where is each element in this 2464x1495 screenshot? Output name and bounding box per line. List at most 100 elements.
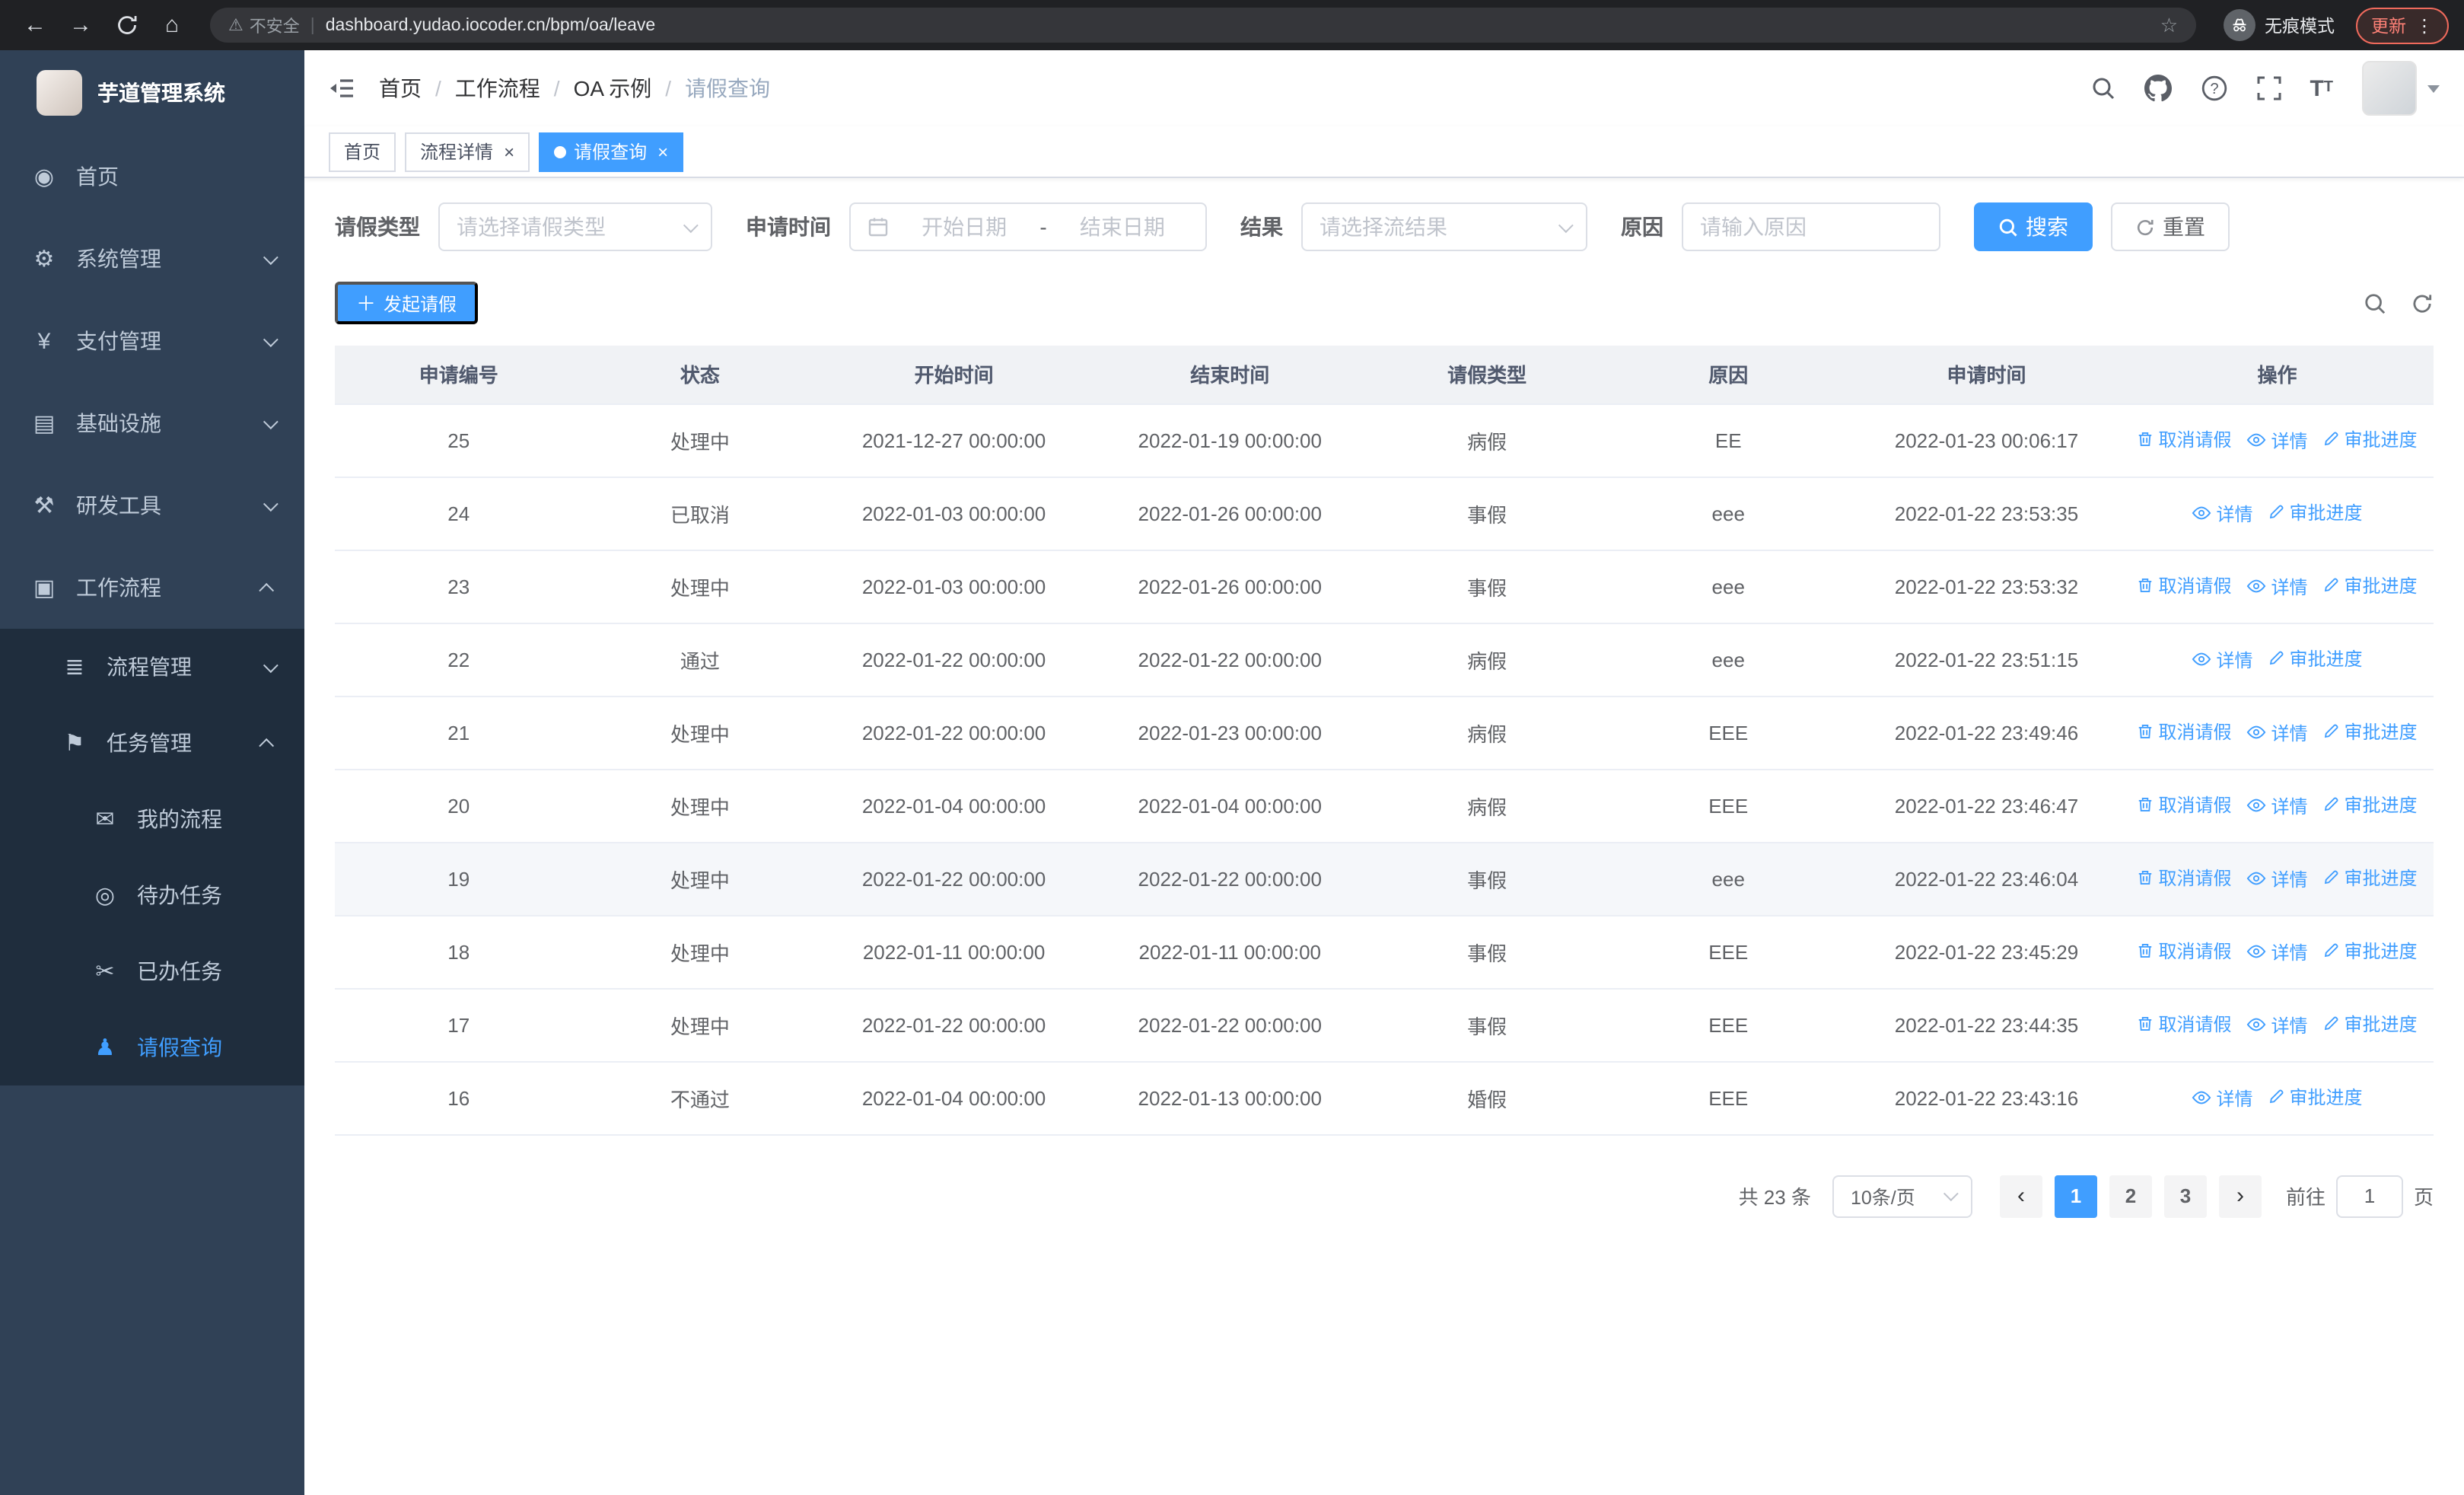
breadcrumb-item: 请假查询 <box>685 76 771 100</box>
home-button[interactable]: ⌂ <box>152 5 192 45</box>
approval-progress-link[interactable]: 审批进度 <box>2268 500 2363 526</box>
tags-view: 首页 流程详情 × 请假查询 × <box>304 126 2464 178</box>
cancel-leave-link[interactable]: 取消请假 <box>2137 1012 2231 1038</box>
prev-page-button[interactable]: ‹ <box>1999 1175 2042 1217</box>
detail-link[interactable]: 详情 <box>2192 1085 2252 1111</box>
back-button[interactable]: ← <box>15 5 55 45</box>
tab-流程详情[interactable]: 流程详情 × <box>405 132 530 171</box>
process-icon: ≣ <box>65 655 84 681</box>
approval-progress-link[interactable]: 审批进度 <box>2323 427 2418 453</box>
sidebar-item-infrastructure[interactable]: ▤ 基础设施 <box>0 382 304 464</box>
security-warning[interactable]: ⚠ 不安全 <box>228 13 300 37</box>
table-row: 25 处理中 2021-12-27 00:00:00 2022-01-19 00… <box>335 403 2434 477</box>
close-icon[interactable]: × <box>504 142 514 161</box>
cell-end-time: 2022-01-22 00:00:00 <box>1090 842 1370 916</box>
cancel-leave-link[interactable]: 取消请假 <box>2137 427 2231 453</box>
detail-link[interactable]: 详情 <box>2246 574 2308 600</box>
edit-icon <box>2270 652 2284 665</box>
bookmark-star-icon[interactable]: ☆ <box>2160 13 2178 37</box>
font-size-button[interactable]: TT <box>2310 77 2333 100</box>
app-logo[interactable]: 芋道管理系统 <box>0 50 304 135</box>
search-button[interactable] <box>2090 76 2115 100</box>
fullscreen-button[interactable] <box>2256 76 2281 100</box>
detail-link[interactable]: 详情 <box>2192 501 2252 527</box>
eye-icon <box>2192 507 2211 520</box>
approval-progress-link[interactable]: 审批进度 <box>2323 792 2418 818</box>
app-title: 芋道管理系统 <box>97 81 225 105</box>
page-button-3[interactable]: 3 <box>2163 1175 2207 1217</box>
sidebar-collapse-button[interactable] <box>329 76 355 100</box>
cancel-leave-link[interactable]: 取消请假 <box>2137 865 2231 891</box>
reset-button[interactable]: 重置 <box>2111 202 2230 251</box>
forward-button[interactable]: → <box>61 5 100 45</box>
cell-end-time: 2022-01-22 00:00:00 <box>1090 623 1370 696</box>
browser-menu-icon[interactable]: ⋮ <box>2415 14 2434 36</box>
address-bar[interactable]: ⚠ 不安全 | dashboard.yudao.iocoder.cn/bpm/oa… <box>210 8 2196 43</box>
cell-status: 处理中 <box>582 550 818 623</box>
cancel-leave-link[interactable]: 取消请假 <box>2137 719 2231 745</box>
approval-progress-link[interactable]: 审批进度 <box>2323 865 2418 891</box>
sidebar-item-leave-query[interactable]: ♟ 请假查询 <box>0 1009 304 1085</box>
table-row: 23 处理中 2022-01-03 00:00:00 2022-01-26 00… <box>335 550 2434 623</box>
detail-link[interactable]: 详情 <box>2192 647 2252 673</box>
next-page-button[interactable]: › <box>2218 1175 2262 1217</box>
search-submit-button[interactable]: 搜索 <box>1974 202 2093 251</box>
approval-progress-link[interactable]: 审批进度 <box>2323 719 2418 745</box>
cancel-leave-link[interactable]: 取消请假 <box>2137 573 2231 599</box>
apply-time-range-picker[interactable]: 开始日期 - 结束日期 <box>849 202 1207 251</box>
cancel-leave-link[interactable]: 取消请假 <box>2137 792 2231 818</box>
reason-input[interactable] <box>1682 202 1940 251</box>
sidebar-item-payment[interactable]: ¥ 支付管理 <box>0 300 304 382</box>
github-link[interactable] <box>2144 75 2172 102</box>
incognito-profile-chip[interactable]: 无痕模式 <box>2224 9 2335 41</box>
pagination-total: 共 23 条 <box>1738 1186 1811 1209</box>
detail-link[interactable]: 详情 <box>2246 793 2308 819</box>
page-size-select[interactable]: 10条/页 <box>1832 1175 1972 1217</box>
cell-operations: 取消请假 详情 审批进度 <box>2120 915 2434 989</box>
sidebar-item-process-mgmt[interactable]: ≣ 流程管理 <box>0 629 304 705</box>
top-navbar: 首页 / 工作流程 / OA 示例 / 请假查询 ? TT <box>304 50 2464 126</box>
chevron-icon <box>263 331 279 347</box>
sidebar-item-dev-tools[interactable]: ⚒ 研发工具 <box>0 464 304 547</box>
browser-update-button[interactable]: 更新 ⋮ <box>2356 7 2449 43</box>
sidebar-item-system[interactable]: ⚙ 系统管理 <box>0 218 304 300</box>
user-menu[interactable] <box>2362 61 2440 116</box>
breadcrumb-item[interactable]: 工作流程 <box>455 73 540 104</box>
approval-progress-link[interactable]: 审批进度 <box>2323 573 2418 599</box>
create-leave-button[interactable]: ＋ 发起请假 <box>335 282 479 324</box>
sidebar-item-workflow[interactable]: ▣ 工作流程 <box>0 547 304 629</box>
chevron-icon <box>263 413 279 429</box>
detail-link[interactable]: 详情 <box>2246 1012 2308 1038</box>
breadcrumb-item[interactable]: 首页 <box>379 73 422 104</box>
cell-leave-type: 病假 <box>1369 403 1605 477</box>
sidebar-item-todo-tasks[interactable]: ◎ 待办任务 <box>0 857 304 933</box>
breadcrumb-item[interactable]: OA 示例 <box>574 73 652 104</box>
goto-page-input[interactable] <box>2335 1175 2403 1217</box>
page-button-2[interactable]: 2 <box>2109 1175 2152 1217</box>
sidebar-item-task-mgmt[interactable]: ⚑ 任务管理 <box>0 705 304 781</box>
cancel-leave-link[interactable]: 取消请假 <box>2137 939 2231 964</box>
sidebar-item-home[interactable]: ◉ 首页 <box>0 135 304 218</box>
github-icon <box>2144 75 2172 102</box>
tab-请假查询[interactable]: 请假查询 × <box>539 132 684 171</box>
help-button[interactable]: ? <box>2200 75 2227 102</box>
detail-link[interactable]: 详情 <box>2246 939 2308 965</box>
close-icon[interactable]: × <box>657 142 668 161</box>
leave-type-select[interactable]: 请选择请假类型 <box>438 202 712 251</box>
detail-link[interactable]: 详情 <box>2246 428 2308 454</box>
reload-button[interactable] <box>107 5 146 45</box>
result-select[interactable]: 请选择流结果 <box>1301 202 1587 251</box>
dashboard-icon: ◉ <box>33 164 55 190</box>
tab-首页[interactable]: 首页 <box>329 132 396 171</box>
toggle-search-button[interactable] <box>2364 292 2386 314</box>
approval-progress-link[interactable]: 审批进度 <box>2268 646 2363 672</box>
approval-progress-link[interactable]: 审批进度 <box>2323 1012 2418 1038</box>
detail-link[interactable]: 详情 <box>2246 866 2308 892</box>
approval-progress-link[interactable]: 审批进度 <box>2323 939 2418 964</box>
approval-progress-link[interactable]: 审批进度 <box>2268 1085 2363 1111</box>
sidebar-item-my-process[interactable]: ✉ 我的流程 <box>0 781 304 857</box>
page-button-1[interactable]: 1 <box>2054 1175 2097 1217</box>
refresh-table-button[interactable] <box>2411 292 2434 314</box>
detail-link[interactable]: 详情 <box>2246 720 2308 746</box>
sidebar-item-done-tasks[interactable]: ✂ 已办任务 <box>0 933 304 1009</box>
